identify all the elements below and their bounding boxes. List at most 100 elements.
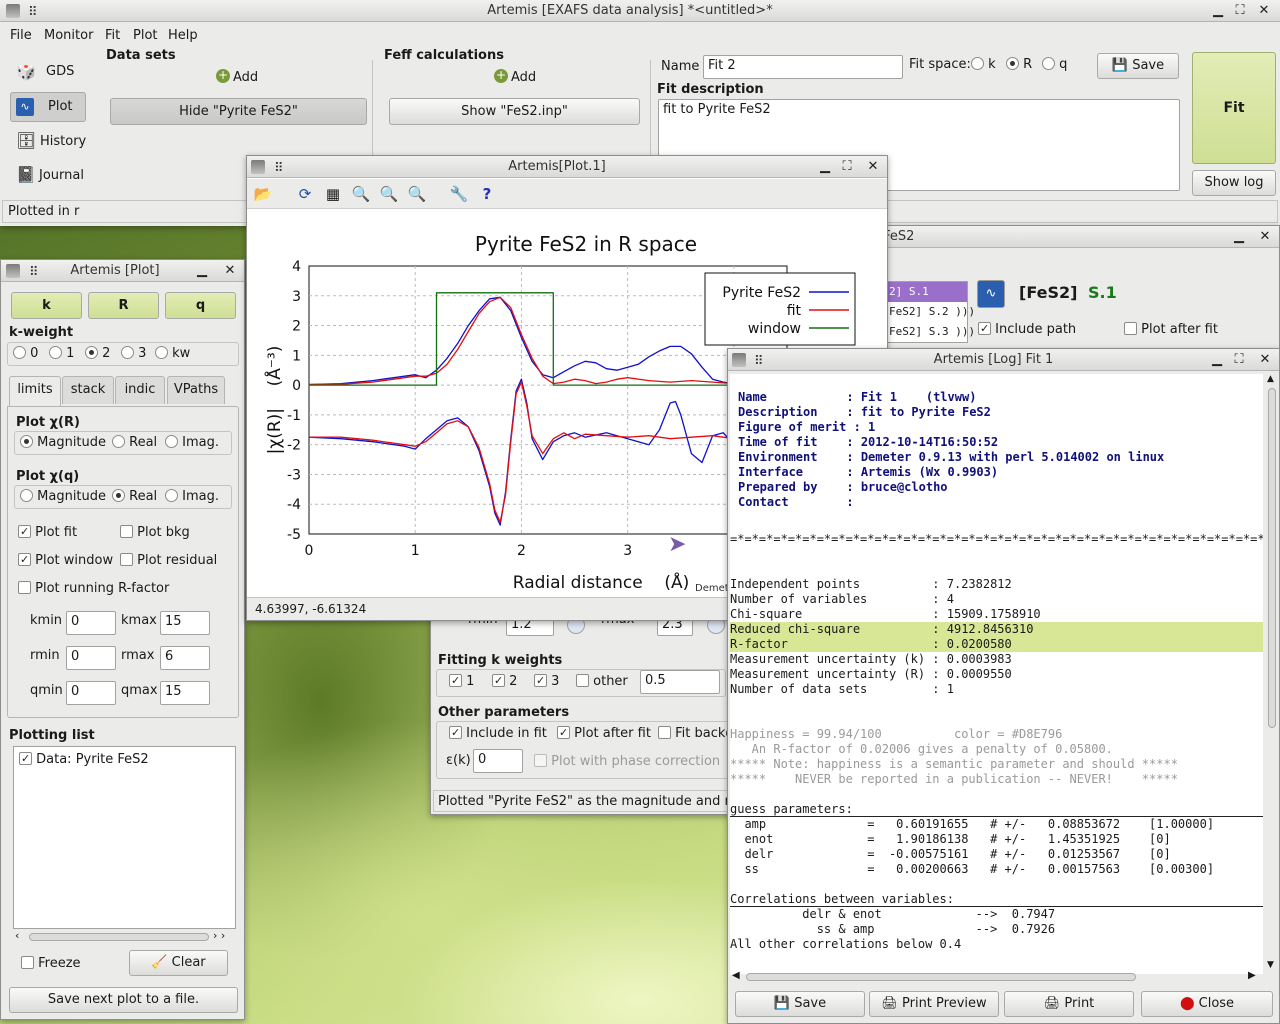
close-icon[interactable]: ✕ [1254,0,1274,21]
plot-r-button[interactable]: R [88,292,159,319]
sidebar-item-plot[interactable]: ∿ Plot [10,92,86,122]
kw2-checkbox[interactable]: 2 [492,674,517,689]
chir-magnitude-radio[interactable]: Magnitude [20,435,106,450]
plot-window-checkbox[interactable]: Plot window [18,553,113,568]
plot-q-button[interactable]: q [165,292,236,319]
log-vscrollbar[interactable]: ▲ ▼ [1265,374,1279,974]
close-icon[interactable]: ✕ [1255,349,1275,370]
scroll-up-icon[interactable]: ▲ [1267,374,1274,384]
kmin-input[interactable]: 0 [66,611,116,635]
kweight-0-radio[interactable]: 0 [13,346,38,361]
kmax-input[interactable]: 15 [160,611,210,635]
scroll-right-icon[interactable]: ▶ [1248,970,1256,981]
scroll-left-icon[interactable]: ‹ [15,929,19,942]
refresh-icon[interactable]: ⟳ [294,183,316,205]
chiq-magnitude-radio[interactable]: Magnitude [20,489,106,504]
minimize-icon[interactable]: ▁ [192,260,212,281]
menu-help[interactable]: Help [168,28,198,43]
plot-fit-checkbox[interactable]: Plot fit [18,525,77,540]
kweight-1-radio[interactable]: 1 [49,346,74,361]
kweight-3-radio[interactable]: 3 [121,346,146,361]
minimize-icon[interactable]: ▁ [1207,349,1227,370]
kweight-kw-radio[interactable]: kw [155,346,190,361]
fitspace-r-radio[interactable]: R [1006,57,1032,72]
menu-fit[interactable]: Fit [105,28,120,43]
show-log-button[interactable]: Show log [1192,170,1276,196]
zoom-fit-icon[interactable]: 🔍 [406,183,428,205]
add-feff-link[interactable]: Add [511,70,536,85]
sidebar-item-history[interactable]: 🗄 History [10,128,90,156]
fitspace-q-radio[interactable]: q [1042,57,1067,72]
minimize-icon[interactable]: ▁ [1229,226,1249,247]
kw1-checkbox[interactable]: 1 [449,674,474,689]
chir-imag-radio[interactable]: Imag. [165,435,219,450]
kw-other-checkbox[interactable]: other [576,674,628,689]
plot-after-fit2-checkbox[interactable]: Plot after fit [557,726,651,741]
zoom-out-icon[interactable]: 🔍 [378,183,400,205]
scroll-thumb[interactable] [746,973,1136,981]
phase-correction-checkbox[interactable]: Plot with phase correction [534,754,720,769]
plot-residual-checkbox[interactable]: Plot residual [120,553,217,568]
scroll-down-icon[interactable]: ▼ [1267,960,1274,970]
log-text[interactable]: Name : Fit 1 (tlvww) Description : fit to… [730,374,1263,974]
tab-stack[interactable]: stack [62,376,114,404]
chiq-real-radio[interactable]: Real [112,489,157,504]
kw-other-input[interactable]: 0.5 [640,670,720,694]
main-titlebar[interactable]: ⠿ Artemis [EXAFS data analysis] *<untitl… [0,0,1280,22]
plot-running-rfactor-checkbox[interactable]: Plot running R-factor [18,581,169,596]
maximize-icon[interactable]: ⛶ [1230,0,1250,21]
help-icon[interactable]: ? [476,183,498,205]
close-icon[interactable]: ✕ [863,156,883,177]
clear-button[interactable]: 🧹 Clear [129,950,228,976]
scroll-thumb[interactable] [1268,388,1276,728]
grid-icon[interactable]: ▦ [322,183,344,205]
fit-button[interactable]: Fit [1192,52,1276,164]
plot-after-fit-checkbox[interactable]: Plot after fit [1124,322,1218,337]
menu-file[interactable]: File [10,28,32,43]
kweight-2-radio[interactable]: 2 [85,346,110,361]
log-save-button[interactable]: 💾 Save [735,991,865,1017]
log-close-button[interactable]: ⬤ Close [1141,991,1273,1017]
show-feff-button[interactable]: Show "FeS2.inp" [389,98,640,125]
plotting-list-scrollbar[interactable]: ‹ › › [13,929,236,944]
qmax-input[interactable]: 15 [160,681,210,705]
plot-k-button[interactable]: k [11,292,82,319]
plot-control-titlebar[interactable]: ⠿ Artemis [Plot] ▁ ✕ [1,260,244,282]
scroll-thumb[interactable] [29,933,209,941]
plot-titlebar[interactable]: ⠿ Artemis[Plot.1] ▁ ⛶ ✕ [247,156,887,178]
tab-indic[interactable]: indic [115,376,165,404]
plotting-list-item[interactable]: Data: Pyrite FeS2 [19,752,149,767]
settings-icon[interactable]: 🔧 [448,183,470,205]
close-icon[interactable]: ✕ [220,260,240,281]
plotting-list[interactable]: Data: Pyrite FeS2 [13,746,236,929]
log-titlebar[interactable]: ⠿ Artemis [Log] Fit 1 ▁ ⛶ ✕ [728,349,1279,371]
sidebar-item-journal[interactable]: 📓 Journal [10,162,90,190]
close-icon[interactable]: ✕ [1255,226,1275,247]
export-icon[interactable]: 📂 [252,183,274,205]
maximize-icon[interactable]: ⛶ [1229,349,1249,370]
menu-plot[interactable]: Plot [133,28,158,43]
path-item[interactable]: 2] S.1 [887,282,967,302]
maximize-icon[interactable]: ⛶ [837,156,857,177]
path-item[interactable]: FeS2] S.3 ))) [887,322,975,342]
fit-name-input[interactable]: Fit 2 [703,55,903,79]
path-item[interactable]: FeS2] S.2 ))) [887,302,975,322]
plot-bkg-checkbox[interactable]: Plot bkg [120,525,190,540]
tab-limits[interactable]: limits [9,376,61,406]
freeze-checkbox[interactable]: Freeze [21,956,81,971]
epsilon-input[interactable]: 0 [473,749,523,773]
qmin-input[interactable]: 0 [66,681,116,705]
add-data-link[interactable]: Add [233,70,258,85]
path-list[interactable]: 2] S.1 FeS2] S.2 ))) FeS2] S.3 ))) [886,281,975,343]
rmin-input[interactable]: 0 [66,646,116,670]
chir-real-radio[interactable]: Real [112,435,157,450]
scroll-right-icon[interactable]: › › [213,929,225,942]
minimize-icon[interactable]: ▁ [1208,0,1228,21]
include-path-checkbox[interactable]: Include path [978,322,1076,337]
fit-bkg-checkbox[interactable]: Fit backg [658,726,734,741]
rmax-input[interactable]: 6 [160,646,210,670]
hide-dataset-button[interactable]: Hide "Pyrite FeS2" [110,98,367,125]
add-feff-icon[interactable]: + [494,69,508,83]
add-icon[interactable]: + [216,69,230,83]
scroll-left-icon[interactable]: ◀ [732,970,740,981]
